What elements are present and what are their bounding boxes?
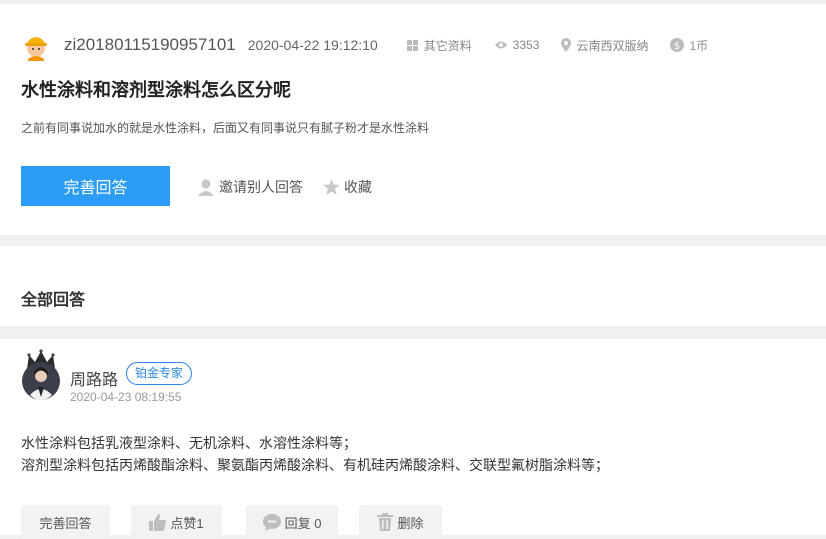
favorite-label: 收藏 [344, 179, 372, 195]
delete-button[interactable]: 删除 [359, 505, 442, 539]
favorite-button[interactable]: 收藏 [323, 177, 372, 197]
answer-line-2: 溶剂型涂料包括丙烯酸酯涂料、聚氨酯丙烯酸涂料、有机硅丙烯酸涂料、交联型氟树脂涂料… [21, 457, 609, 473]
location-pin-icon [561, 38, 572, 52]
answerer-name[interactable]: 周路路 [70, 366, 118, 390]
improve-answer-button[interactable]: 完善回答 [21, 505, 110, 539]
question-datetime: 2020-04-22 19:12:10 [247, 37, 378, 53]
thumbs-up-icon [149, 513, 167, 531]
category-label: 其它资料 [423, 38, 472, 53]
question-category[interactable]: 其它资料 [406, 37, 472, 54]
answerer-avatar[interactable] [21, 349, 61, 401]
question-description: 之前有同事说加水的就是水性涂料，后面又有同事说只有腻子粉才是水性涂料 [21, 121, 430, 135]
svg-text:$: $ [674, 41, 680, 52]
section-title: 全部回答 [21, 292, 86, 309]
invite-answer-button[interactable]: 邀请别人回答 [197, 177, 303, 197]
comment-icon [262, 513, 281, 531]
views-count: 3353 [512, 38, 540, 52]
answer-time: 2020-04-23 08:19:55 [70, 390, 182, 404]
question-location: 云南西双版纳 [561, 37, 648, 54]
category-icon [406, 39, 418, 51]
answer-card: 周路路 铂金专家 2020-04-23 08:19:55 水性涂料包括乳液型涂料… [0, 339, 826, 539]
expert-badge: 铂金专家 [126, 362, 193, 385]
improve-label: 完善回答 [39, 515, 92, 531]
like-label: 点赞1 [170, 515, 204, 531]
answer-line-1: 水性涂料包括乳液型涂料、无机涂料、水溶性涂料等； [21, 435, 357, 451]
reply-label: 回复 0 [284, 515, 322, 531]
eye-icon [494, 41, 507, 49]
trash-icon [377, 513, 394, 531]
asker-username[interactable]: zi20180115190957101 [64, 35, 236, 55]
question-card: zi20180115190957101 2020-04-22 19:12:10 … [0, 4, 826, 235]
coin-icon: $ [670, 38, 685, 52]
invite-user-icon [198, 179, 214, 196]
reward-label: 1币 [689, 38, 709, 53]
star-icon [323, 179, 340, 195]
question-reward: $ 1币 [670, 37, 708, 54]
location-label: 云南西双版纳 [576, 38, 649, 53]
question-views: 3353 [494, 38, 540, 52]
delete-label: 删除 [397, 515, 424, 531]
answer-button[interactable]: 完善回答 [21, 166, 170, 206]
reply-button[interactable]: 回复 0 [246, 505, 338, 539]
answer-content: 水性涂料包括乳液型涂料、无机涂料、水溶性涂料等； 溶剂型涂料包括丙烯酸酯涂料、聚… [21, 432, 609, 476]
question-meta: zi20180115190957101 2020-04-22 19:12:10 … [20, 29, 820, 61]
invite-label: 邀请别人回答 [219, 179, 303, 195]
answers-header: 全部回答 [0, 246, 826, 326]
question-title: 水性涂料和溶剂型涂料怎么区分呢 [21, 80, 291, 100]
worker-avatar-icon[interactable] [20, 29, 52, 61]
like-button[interactable]: 点赞1 [131, 505, 222, 539]
